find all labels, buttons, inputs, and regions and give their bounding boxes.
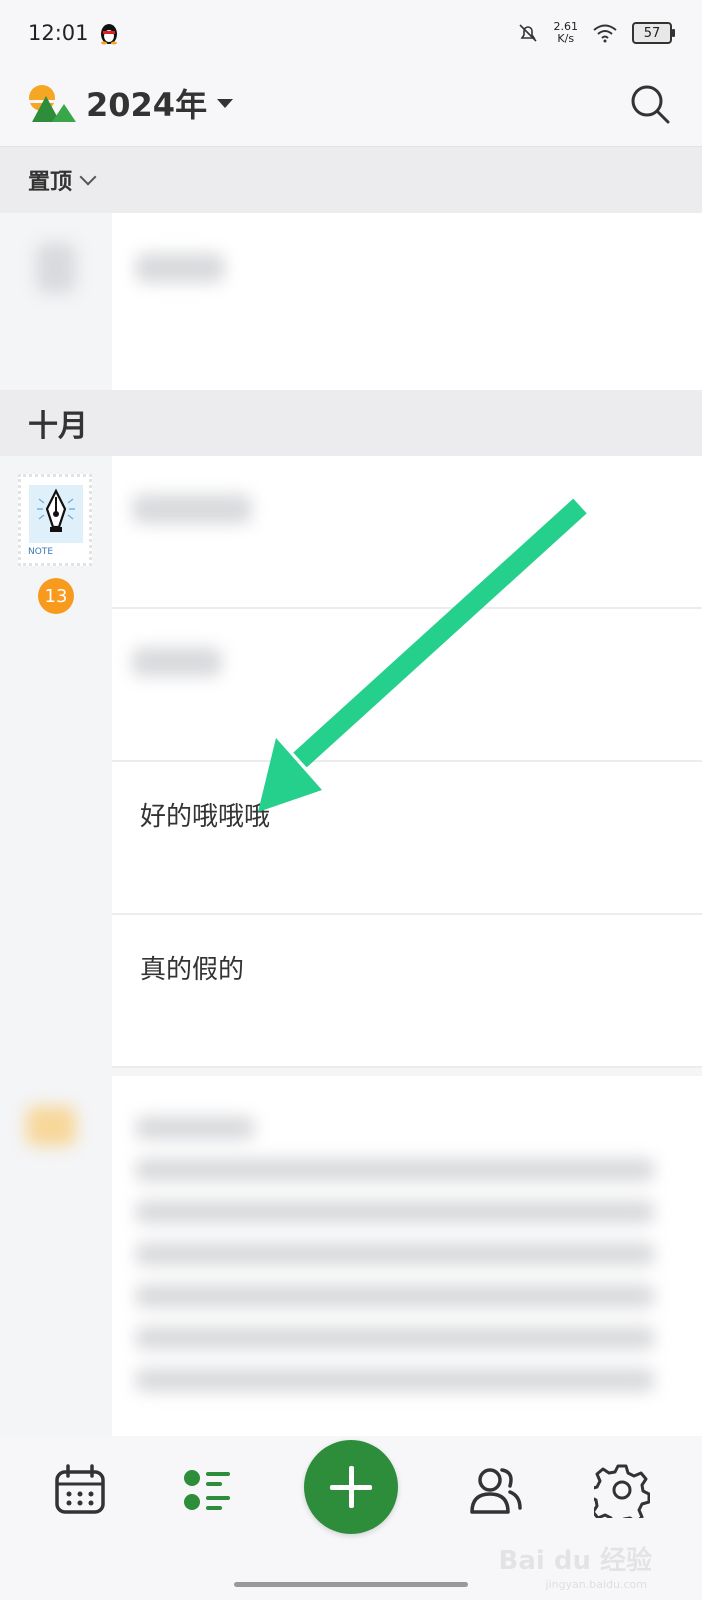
pen-nib-icon [37,488,75,532]
status-bar: 12:01 2.61 K/s 57 [0,0,702,66]
watermark-brand: Bai du 经验 [498,1546,653,1576]
app-header: 2024年 [0,66,702,147]
note-stamp: NOTE [18,474,92,566]
month-header: 十月 [0,390,702,456]
note-count-badge: 13 [38,578,74,614]
stamp-label: NOTE [28,547,54,557]
add-note-button[interactable] [304,1440,398,1534]
friends-icon[interactable] [468,1462,524,1518]
note-item[interactable] [112,456,702,609]
pinned-label: 置顶 [28,170,73,195]
month-sidebar: NOTE 13 [0,456,112,1076]
app-logo-icon [28,85,76,122]
caret-down-icon [217,98,234,108]
blurred-note-group[interactable] [0,1076,702,1436]
year-selector[interactable]: 2024年 [86,80,234,126]
watermark-url: jingyan.baidu.com [545,1578,647,1591]
note-text: 好的哦哦哦 [140,802,271,832]
note-item[interactable]: 好的哦哦哦 [112,762,702,915]
status-time: 12:01 [28,21,89,45]
wifi-icon [593,24,617,43]
note-text: 真的假的 [140,955,245,985]
calendar-icon[interactable] [52,1462,108,1518]
month-label: 十月 [28,409,88,444]
battery-indicator: 57 [632,22,675,44]
chevron-down-icon [79,168,97,186]
list-icon[interactable] [180,1462,236,1518]
home-indicator[interactable] [234,1582,468,1587]
network-speed: 2.61 K/s [553,20,579,45]
qq-penguin-icon [100,24,117,45]
pinned-section-toggle[interactable]: 置顶 [0,147,702,213]
note-item[interactable]: 真的假的 [112,915,702,1068]
settings-gear-icon[interactable] [594,1462,650,1518]
note-item[interactable] [112,609,702,762]
note-list: 好的哦哦哦 真的假的 [112,456,702,1068]
year-label: 2024年 [86,86,208,124]
bell-muted-icon [518,24,537,42]
search-icon[interactable] [628,82,672,126]
pinned-note[interactable] [0,213,702,390]
